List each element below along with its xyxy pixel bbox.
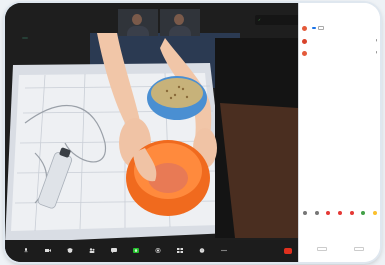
reaction-bar xyxy=(303,211,377,216)
invite-button[interactable] xyxy=(316,247,327,251)
microphone-icon xyxy=(23,247,29,253)
participant-thumbnail[interactable] xyxy=(160,9,200,36)
microphone-icon xyxy=(376,51,377,54)
record-button[interactable] xyxy=(147,241,169,261)
video-button[interactable] xyxy=(37,241,59,261)
view-option-item[interactable]: ✓ xyxy=(258,17,298,23)
raise-hand-icon xyxy=(303,211,307,215)
clear-icon xyxy=(372,211,377,215)
reactions-icon xyxy=(199,247,205,253)
participant-thumbnail[interactable] xyxy=(118,9,158,36)
end-meeting-button[interactable] xyxy=(284,248,292,254)
more-reactions-icon xyxy=(361,211,366,215)
slower-icon xyxy=(337,211,342,215)
avatar xyxy=(302,38,307,44)
participant-action-button[interactable] xyxy=(312,27,316,29)
more-icon xyxy=(221,248,227,253)
microphone-icon xyxy=(376,39,377,42)
security-button[interactable] xyxy=(59,241,81,261)
share-screen-icon xyxy=(133,247,139,253)
chat-button[interactable] xyxy=(103,241,125,261)
breakout-rooms-button[interactable] xyxy=(169,241,191,261)
reaction-button[interactable] xyxy=(303,211,307,216)
person-body xyxy=(127,26,149,36)
no-icon xyxy=(326,211,331,215)
reaction-button[interactable] xyxy=(361,211,366,216)
reaction-button[interactable] xyxy=(372,211,377,216)
video-feed-image xyxy=(5,3,298,262)
reaction-button[interactable] xyxy=(314,211,319,216)
participant-row[interactable] xyxy=(302,37,378,45)
video-camera-icon xyxy=(45,248,51,253)
reaction-button[interactable] xyxy=(326,211,331,216)
meeting-toolbar xyxy=(5,240,298,262)
record-icon xyxy=(155,247,161,253)
security-icon xyxy=(67,247,73,253)
reaction-button[interactable] xyxy=(337,211,342,216)
avatar xyxy=(302,25,307,31)
participants-icon xyxy=(89,247,95,253)
reaction-button[interactable] xyxy=(349,211,354,216)
person-head xyxy=(174,14,184,25)
chat-icon xyxy=(111,247,117,253)
person-head xyxy=(132,14,142,25)
mute-button[interactable] xyxy=(15,241,37,261)
check-icon: ✓ xyxy=(258,18,261,22)
participants-panel xyxy=(298,3,380,262)
app-window: ✓ xyxy=(5,3,380,262)
avatar xyxy=(302,50,307,56)
participant-row[interactable] xyxy=(302,24,378,32)
share-screen-button[interactable] xyxy=(125,241,147,261)
panel-footer xyxy=(303,247,377,251)
yes-icon xyxy=(314,211,319,215)
participant-row[interactable] xyxy=(302,49,378,57)
participant-action-button[interactable] xyxy=(318,26,324,30)
speaker-name-tag xyxy=(22,37,28,39)
participants-button[interactable] xyxy=(81,241,103,261)
mute-all-button[interactable] xyxy=(353,247,364,251)
view-options-menu: ✓ xyxy=(255,15,298,25)
person-body xyxy=(169,26,191,36)
participant-thumbnail-strip xyxy=(118,9,200,36)
breakout-rooms-icon xyxy=(177,247,183,253)
main-video[interactable]: ✓ xyxy=(5,3,298,262)
more-button[interactable] xyxy=(213,241,235,261)
reactions-button[interactable] xyxy=(191,241,213,261)
faster-icon xyxy=(349,211,354,215)
